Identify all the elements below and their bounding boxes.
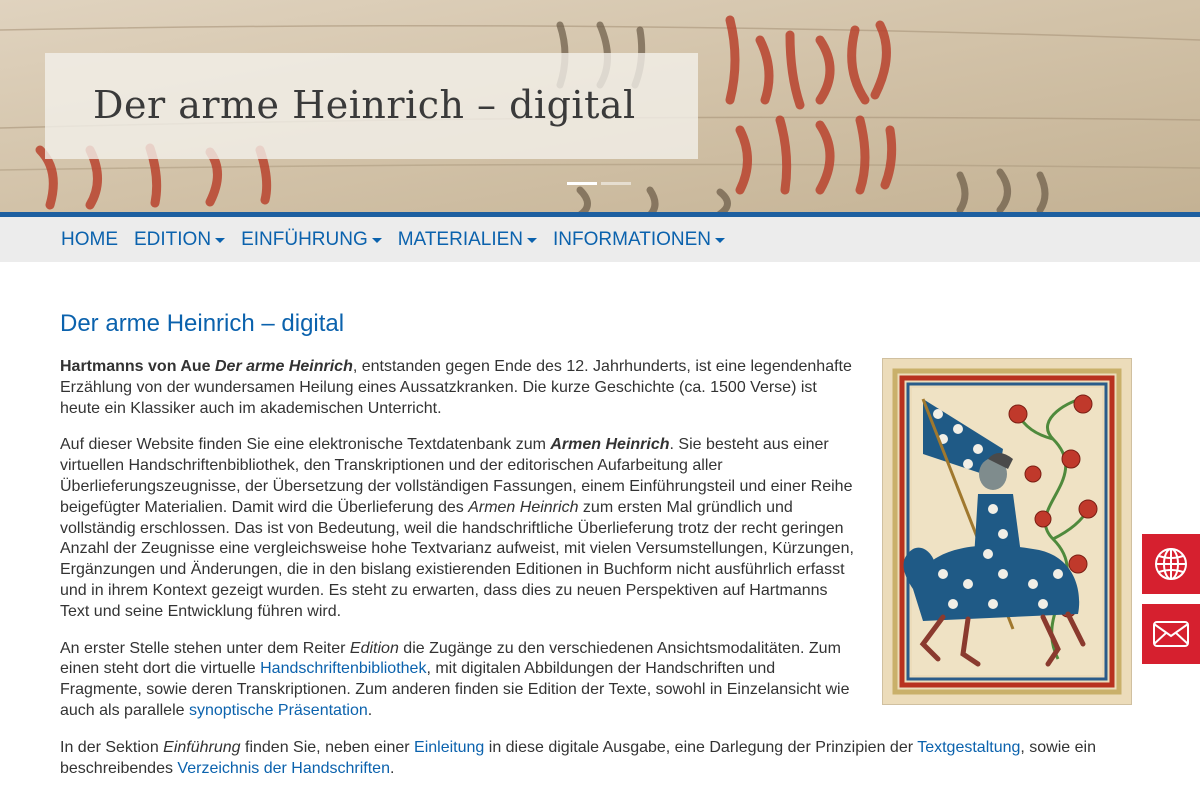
link-einleitung[interactable]: Einleitung (414, 739, 484, 756)
intro-paragraph-4: In der Sektion Einführung finden Sie, ne… (60, 739, 1096, 777)
page-heading: Der arme Heinrich – digital (60, 310, 345, 337)
nav-edition[interactable]: EDITION (134, 228, 226, 251)
header-banner: Der arme Heinrich – digital (0, 0, 1200, 212)
nav-informationen-label: INFORMATIONEN (553, 228, 711, 250)
nav-materialien[interactable]: MATERIALIEN (397, 228, 538, 251)
nav-materialien-label: MATERIALIEN (397, 228, 524, 250)
envelope-icon (1153, 621, 1189, 647)
globe-icon (1155, 548, 1187, 580)
link-handschriftenbibliothek[interactable]: Handschriftenbibliothek (260, 660, 426, 677)
nav-einfuehrung[interactable]: EINFÜHRUNG (241, 229, 382, 251)
nav-home[interactable]: HOME (61, 229, 118, 251)
language-button[interactable] (1142, 534, 1200, 594)
carousel-indicator-2[interactable] (601, 182, 631, 185)
nav-einfuehrung-label: EINFÜHRUNG (241, 228, 368, 250)
site-title: Der arme Heinrich – digital (93, 83, 636, 127)
caret-down-icon (527, 238, 538, 243)
nav-edition-label: EDITION (134, 228, 212, 250)
manuscript-illustration (882, 358, 1132, 705)
main-navbar: HOME EDITION EINFÜHRUNG MATERIALIEN INFO… (0, 217, 1200, 262)
knight-miniature-image (883, 359, 1131, 704)
intro-paragraph-1: Hartmanns von Aue Der arme Heinrich, ent… (60, 358, 852, 417)
link-verzeichnis-handschriften[interactable]: Verzeichnis der Handschriften (177, 760, 390, 777)
work-title: Der arme Heinrich (215, 358, 353, 375)
nav-home-label: HOME (61, 228, 118, 250)
intro-text-column: Hartmanns von Aue Der arme Heinrich, ent… (60, 357, 860, 738)
link-textgestaltung[interactable]: Textgestaltung (917, 739, 1020, 756)
caret-down-icon (371, 238, 382, 243)
caret-down-icon (215, 238, 226, 243)
intro-paragraph-3: An erster Stelle stehen unter dem Reiter… (60, 639, 850, 719)
link-synoptische-praesentation[interactable]: synoptische Präsentation (189, 702, 368, 719)
caret-down-icon (715, 238, 725, 243)
banner-title-box: Der arme Heinrich – digital (45, 53, 698, 159)
intro-paragraph-2: Auf dieser Website finden Sie eine elekt… (60, 436, 854, 620)
contact-button[interactable] (1142, 604, 1200, 664)
nav-informationen[interactable]: INFORMATIONEN (553, 229, 725, 251)
author-name: Hartmanns von Aue (60, 358, 211, 375)
carousel-indicator-1[interactable] (567, 182, 597, 185)
